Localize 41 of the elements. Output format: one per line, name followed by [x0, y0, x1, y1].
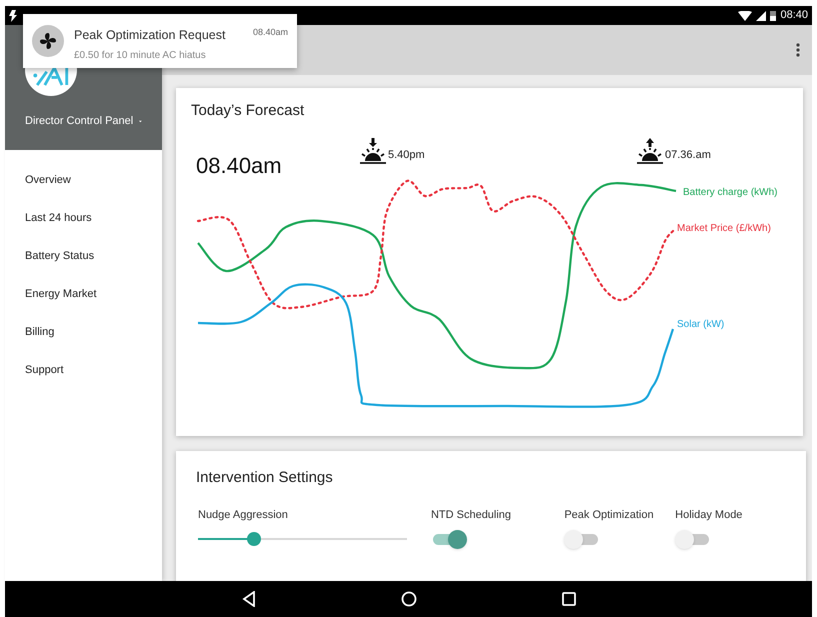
notification-body: £0.50 for 10 minute AC hiatus: [74, 48, 207, 63]
sunset-icon: [359, 136, 387, 164]
control-label: Nudge Aggression: [198, 508, 289, 522]
back-icon[interactable]: [242, 591, 256, 607]
event-time: 5.40pm: [388, 148, 425, 163]
sidebar-item[interactable]: Last 24 hours: [5, 199, 162, 237]
sidebar-item[interactable]: Support: [5, 351, 162, 389]
control-label: Peak Optimization: [564, 508, 655, 522]
event-time: 07.36.am: [665, 148, 711, 163]
signal-icon: [756, 10, 766, 20]
home-icon[interactable]: [400, 591, 416, 607]
account-name[interactable]: Director Control Panel: [25, 113, 134, 130]
sunrise-icon: [636, 136, 664, 164]
notification-title: Peak Optimization Request: [74, 27, 226, 44]
battery-icon: [770, 10, 776, 21]
sidebar-item[interactable]: Billing: [5, 313, 162, 351]
toggle-switch[interactable]: [675, 529, 712, 549]
control-label: Holiday Mode: [675, 508, 744, 522]
wifi-icon: [738, 10, 752, 20]
card-title: Intervention Settings: [196, 468, 334, 488]
sidebar-item[interactable]: Battery Status: [5, 237, 162, 275]
clock-time: 08:40: [780, 8, 808, 24]
fan-icon: [32, 25, 64, 57]
logo-icon: [33, 66, 69, 86]
card-title: Today’s Forecast: [191, 101, 306, 121]
notification-time: 08.40am: [252, 26, 288, 39]
control-label: NTD Scheduling: [430, 508, 512, 522]
slider-thumb[interactable]: [247, 532, 262, 546]
series-label: Battery charge (kWh): [683, 186, 778, 200]
more-icon[interactable]: [796, 43, 800, 57]
toggle-switch[interactable]: [564, 529, 600, 549]
sidebar-item[interactable]: Energy Market: [5, 275, 162, 313]
slider[interactable]: [198, 532, 407, 546]
series-label: Solar (kW): [677, 318, 724, 332]
recents-icon[interactable]: [562, 592, 576, 606]
notification-card[interactable]: Peak Optimization Request 08.40am £0.50 for 10 minute AC hiatus: [23, 14, 297, 68]
toggle-switch[interactable]: [430, 529, 467, 549]
current-time: 08.40am: [196, 152, 282, 180]
lightning-icon: [9, 10, 17, 22]
sidebar-item[interactable]: Overview: [5, 161, 162, 199]
series-label: Market Price (£/kWh): [677, 222, 771, 236]
